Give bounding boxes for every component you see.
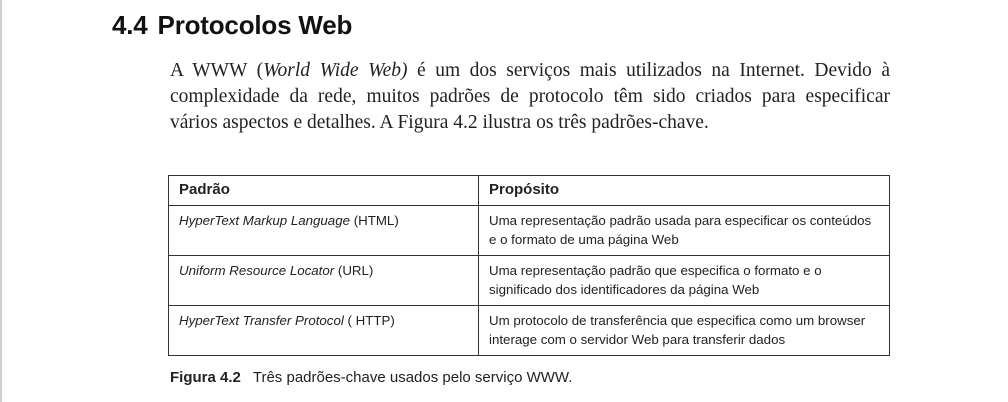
figure-caption-text: Três padrões-chave usados pelo serviço W… — [252, 369, 573, 386]
standard-acronym: (URL) — [334, 263, 374, 278]
standard-name: Uniform Resource Locator — [179, 263, 335, 278]
cell-standard-http: HyperText Transfer Protocol ( HTTP) — [168, 305, 479, 356]
table-row: Uniform Resource Locator (URL) Uma repre… — [168, 255, 890, 306]
paragraph-line-1-end: é um dos serviços mais utilizados na Int… — [407, 60, 890, 81]
standard-name: HyperText Markup Language — [179, 213, 350, 228]
cell-standard-html: HyperText Markup Language (HTML) — [168, 205, 479, 256]
cell-purpose-http: Um protocolo de transferência que especi… — [478, 305, 890, 356]
table-row: HyperText Transfer Protocol ( HTTP) Um p… — [168, 305, 890, 356]
paragraph-line-1: A WWW (World Wide Web) é um dos serviços… — [170, 58, 890, 84]
section-heading: 4.4 Protocolos Web — [112, 10, 352, 41]
header-standard: Padrão — [168, 175, 479, 206]
table-header-row: Padrão Propósito — [168, 175, 890, 206]
standard-acronym: (HTML) — [350, 213, 399, 228]
standard-acronym: ( HTTP) — [343, 313, 395, 328]
figure-label: Figura 4.2 — [170, 369, 241, 386]
paragraph-line-2: complexidade da rede, muitos padrões de … — [170, 86, 890, 107]
standards-table: Padrão Propósito HyperText Markup Langua… — [168, 175, 890, 356]
paragraph-line-3: vários aspectos e detalhes. A Figura 4.2… — [170, 112, 709, 133]
paragraph-www-expansion: World Wide Web) — [263, 60, 408, 81]
section-number: 4.4 — [112, 10, 148, 40]
cell-purpose-url: Uma representação padrão que especifica … — [478, 255, 890, 306]
paragraph-line-1-start: A WWW ( — [170, 60, 264, 81]
page-edge — [0, 0, 2, 402]
figure-caption: Figura 4.2 Três padrões-chave usados pelo… — [170, 369, 572, 386]
intro-paragraph: A WWW (World Wide Web) é um dos serviços… — [170, 58, 890, 136]
cell-purpose-html: Uma representação padrão usada para espe… — [478, 205, 890, 256]
header-purpose: Propósito — [478, 175, 890, 206]
table-row: HyperText Markup Language (HTML) Uma rep… — [168, 205, 890, 256]
section-title: Protocolos Web — [157, 10, 353, 40]
cell-standard-url: Uniform Resource Locator (URL) — [168, 255, 479, 306]
standard-name: HyperText Transfer Protocol — [179, 313, 344, 328]
